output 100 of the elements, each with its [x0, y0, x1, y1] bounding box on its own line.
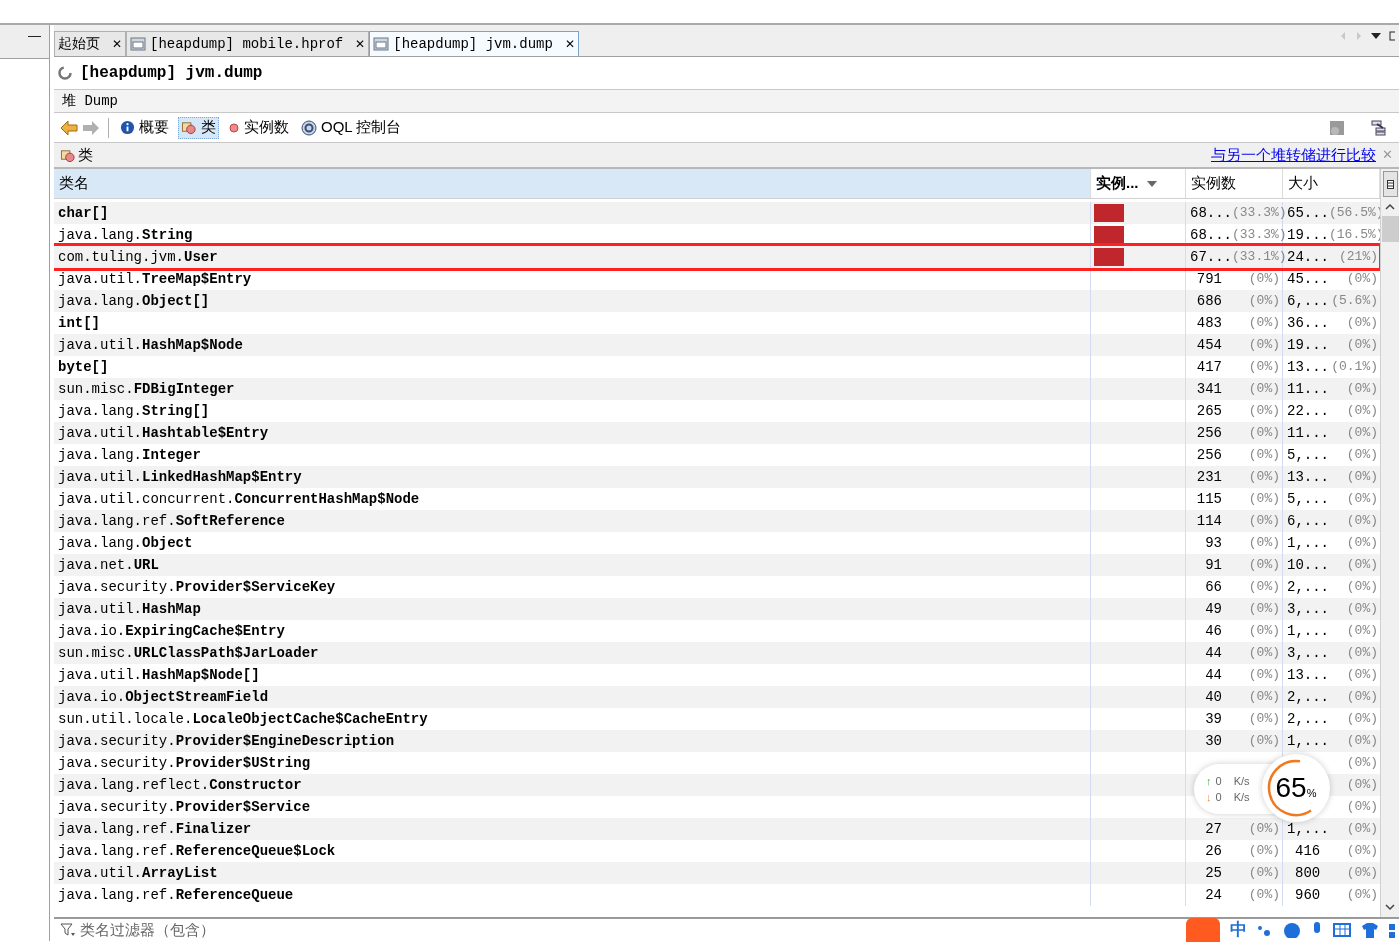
shapes-icon	[60, 147, 76, 163]
size-cell-text: 2,...	[1287, 577, 1329, 597]
percent-text: (0%)	[1248, 710, 1280, 729]
percent-text: (0%)	[1346, 468, 1378, 487]
percent-text: (0%)	[1248, 622, 1280, 641]
close-icon[interactable]: ✕	[355, 35, 366, 53]
percent-text: (0%)	[1248, 446, 1280, 465]
download-speed: 0	[1215, 790, 1222, 805]
percent-text: (0%)	[1346, 644, 1378, 663]
percent-text: (0%)	[1346, 380, 1378, 399]
size-cell-text: 65...	[1287, 203, 1329, 223]
export-icon[interactable]	[1371, 119, 1387, 136]
percent-text: (0%)	[1248, 644, 1280, 663]
percent-text: (33.3%)	[1232, 226, 1287, 245]
count-cell-text: 91	[1204, 555, 1222, 575]
scroll-down-icon[interactable]	[1385, 904, 1395, 911]
count-cell-text: 68...	[1190, 225, 1232, 245]
size-cell-text: 960	[1294, 885, 1321, 905]
count-cell-text: 417	[1195, 357, 1222, 377]
size-cell-text: 3,...	[1287, 599, 1329, 619]
class-name-cell: com.tuling.jvm.User	[54, 246, 1091, 268]
dots-icon[interactable]	[1257, 923, 1273, 937]
toolbar-button[interactable]: 概要	[117, 116, 172, 139]
percent-text: (0%)	[1248, 688, 1280, 707]
dropdown-icon[interactable]	[1371, 32, 1381, 40]
percent-text: (0%)	[1346, 424, 1378, 443]
filter-field[interactable]: 类名过滤器（包含）	[80, 918, 380, 942]
column-menu-button[interactable]	[1382, 171, 1398, 197]
panel-title: 类	[78, 144, 93, 165]
toolbar-button[interactable]: 实例数	[225, 116, 292, 139]
size-cell-text: 1,...	[1287, 621, 1329, 641]
close-icon[interactable]: ✕	[112, 35, 122, 53]
keyboard-icon[interactable]	[1333, 923, 1351, 937]
percent-text: (0%)	[1346, 798, 1378, 817]
scroll-up-icon[interactable]	[1385, 203, 1395, 210]
shapes-icon[interactable]	[1329, 119, 1345, 136]
info-icon	[120, 120, 135, 135]
minimize-button[interactable]: —	[28, 29, 41, 42]
percent-text: (0%)	[1346, 556, 1378, 575]
percent-text: (0%)	[1346, 666, 1378, 685]
size-cell-text: 13...	[1287, 357, 1329, 377]
size-cell-text: 13...	[1287, 467, 1329, 487]
percent-text: (0%)	[1346, 578, 1378, 597]
percent-text: (0%)	[1346, 842, 1378, 861]
size-cell-text: 24...	[1287, 247, 1329, 267]
percent-text: (0%)	[1346, 336, 1378, 355]
upload-arrow-icon: ↑	[1206, 772, 1212, 789]
percent-text: (0%)	[1346, 688, 1378, 707]
count-cell-text: 265	[1195, 401, 1222, 421]
percent-text: (0%)	[1248, 556, 1280, 575]
percent-text: (0%)	[1346, 534, 1378, 553]
tab-label: [heapdump] mobile.hprof	[150, 34, 344, 54]
percent-text: (0%)	[1346, 512, 1378, 531]
percent-text: (0%)	[1346, 402, 1378, 421]
close-icon[interactable]: ✕	[564, 35, 575, 53]
size-cell-text: 13...	[1287, 665, 1329, 685]
percent-text: (0%)	[1346, 710, 1378, 729]
count-cell-text: 49	[1204, 599, 1222, 619]
count-cell-text: 27	[1204, 819, 1222, 839]
percent-text: (33.1%)	[1232, 248, 1287, 267]
document-tab[interactable]: 起始页 ✕	[54, 31, 126, 56]
query-icon	[301, 119, 317, 136]
document-tab[interactable]: [heapdump] jvm.dump ✕	[369, 31, 579, 56]
filter-icon[interactable]	[60, 923, 76, 937]
percent-text: (0%)	[1248, 336, 1280, 355]
size-cell-text: 800	[1294, 863, 1321, 883]
percent-text: (0%)	[1346, 754, 1378, 773]
percent-text: (0%)	[1248, 578, 1280, 597]
percent-text: (0%)	[1346, 270, 1378, 289]
chat-icon[interactable]	[1283, 922, 1301, 938]
percent-text: (0%)	[1346, 600, 1378, 619]
count-cell-text: 39	[1204, 709, 1222, 729]
count-cell-text: 44	[1204, 643, 1222, 663]
toolbar-button[interactable]: OQL 控制台	[298, 116, 405, 139]
speed-unit: K/s	[1233, 773, 1250, 789]
input-mode-label[interactable]: 中	[1230, 917, 1247, 943]
document-title: [heapdump] jvm.dump	[80, 63, 263, 84]
percent-text: (0%)	[1248, 424, 1280, 443]
back-arrow-icon[interactable]	[60, 119, 78, 136]
compare-link[interactable]: 与另一个堆转储进行比较	[1211, 143, 1376, 167]
percent-text: (0%)	[1346, 446, 1378, 465]
window-icon[interactable]	[1389, 31, 1395, 41]
percent-text: (5.6%)	[1331, 292, 1378, 311]
percent-text: (0%)	[1248, 270, 1280, 289]
count-cell-text: 44	[1204, 665, 1222, 685]
count-cell-text: 114	[1195, 511, 1222, 531]
size-cell-text: 416	[1294, 841, 1321, 861]
count-cell-text: 454	[1195, 335, 1222, 355]
size-cell-text: 10...	[1287, 555, 1329, 575]
count-cell-text: 40	[1204, 687, 1222, 707]
size-cell-text: 1,...	[1287, 533, 1329, 553]
column-header[interactable]: 类名	[54, 169, 1091, 198]
size-cell-text: 45...	[1287, 269, 1329, 289]
scrollbar-thumb[interactable]	[1381, 216, 1399, 242]
percent-text: (0%)	[1346, 864, 1378, 883]
document-tab[interactable]: [heapdump] mobile.hprof ✕	[126, 31, 370, 56]
count-cell-text: 791	[1195, 269, 1222, 289]
size-cell-text: 5,...	[1287, 445, 1329, 465]
toolbar-button[interactable]: 类	[178, 116, 219, 139]
shirt-icon[interactable]	[1361, 922, 1379, 938]
